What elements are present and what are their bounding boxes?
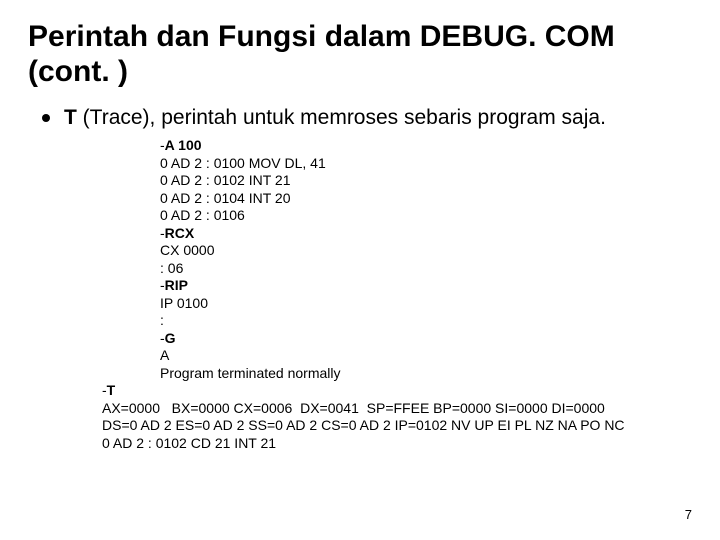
cmd-rcx: RCX xyxy=(165,225,195,241)
code-line: Program terminated normally xyxy=(160,365,341,381)
bullet-text: T (Trace), perintah untuk memroses sebar… xyxy=(64,105,606,131)
code-line: IP 0100 xyxy=(160,295,208,311)
code-block: -A 100 0 AD 2 : 0100 MOV DL, 41 0 AD 2 :… xyxy=(42,137,692,382)
bullet-item: T (Trace), perintah untuk memroses sebar… xyxy=(42,105,692,131)
cmd-a: A 100 xyxy=(165,137,202,153)
slide-title: Perintah dan Fungsi dalam DEBUG. COM (co… xyxy=(28,20,692,89)
reg-line: AX=0000 BX=0000 CX=0006 DX=0041 SP=FFEE … xyxy=(102,400,605,416)
bullet-command: T xyxy=(64,106,77,129)
code-line: 0 AD 2 : 0102 INT 21 xyxy=(160,172,291,188)
reg-line: DS=0 AD 2 ES=0 AD 2 SS=0 AD 2 CS=0 AD 2 … xyxy=(102,417,625,433)
code-line: 0 AD 2 : 0106 xyxy=(160,207,245,223)
code-line: -A 100 xyxy=(160,137,202,153)
code-line: : 06 xyxy=(160,260,183,276)
slide-body: T (Trace), perintah untuk memroses sebar… xyxy=(28,105,692,452)
code-line: -RIP xyxy=(160,277,188,293)
reg-line: 0 AD 2 : 0102 CD 21 INT 21 xyxy=(102,435,276,451)
code-line: : xyxy=(160,312,164,328)
cmd-g: G xyxy=(165,330,176,346)
cmd-t: T xyxy=(107,382,116,398)
reg-line: -T xyxy=(102,382,115,398)
code-line: CX 0000 xyxy=(160,242,214,258)
cmd-rip: RIP xyxy=(165,277,188,293)
code-line: A xyxy=(160,347,169,363)
code-line: 0 AD 2 : 0100 MOV DL, 41 xyxy=(160,155,326,171)
code-line: -G xyxy=(160,330,176,346)
bullet-icon xyxy=(42,114,50,122)
code-line: -RCX xyxy=(160,225,194,241)
code-line: 0 AD 2 : 0104 INT 20 xyxy=(160,190,291,206)
register-block: -T AX=0000 BX=0000 CX=0006 DX=0041 SP=FF… xyxy=(42,382,692,452)
page-number: 7 xyxy=(685,507,692,522)
slide: Perintah dan Fungsi dalam DEBUG. COM (co… xyxy=(0,0,720,540)
bullet-description: (Trace), perintah untuk memroses sebaris… xyxy=(77,106,606,129)
